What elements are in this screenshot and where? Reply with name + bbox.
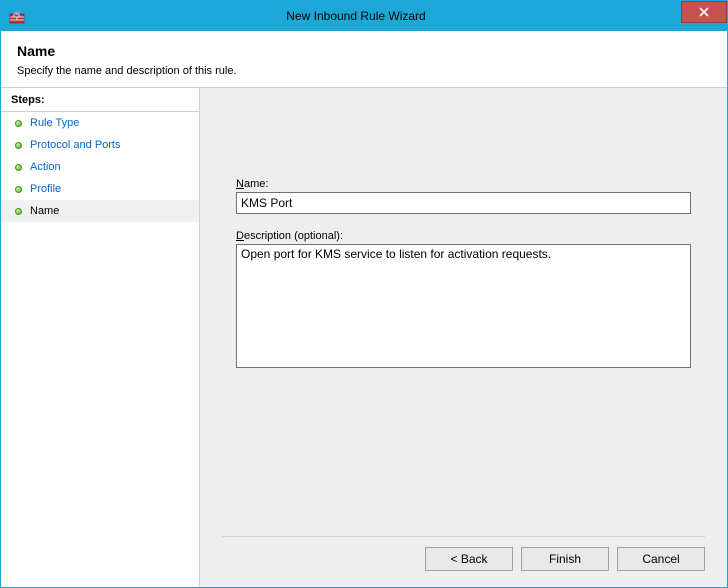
close-button[interactable] bbox=[681, 1, 727, 23]
name-label: Name: bbox=[236, 178, 691, 190]
step-profile[interactable]: Profile bbox=[1, 178, 199, 200]
bullet-icon bbox=[15, 208, 22, 215]
step-label: Rule Type bbox=[30, 117, 79, 129]
step-label: Protocol and Ports bbox=[30, 139, 121, 151]
titlebar: New Inbound Rule Wizard bbox=[1, 1, 727, 31]
firewall-icon bbox=[9, 9, 25, 25]
bullet-icon bbox=[15, 164, 22, 171]
step-name[interactable]: Name bbox=[1, 200, 199, 222]
step-action[interactable]: Action bbox=[1, 156, 199, 178]
back-button[interactable]: < Back bbox=[425, 547, 513, 571]
step-protocol-and-ports[interactable]: Protocol and Ports bbox=[1, 134, 199, 156]
bullet-icon bbox=[15, 186, 22, 193]
window-title: New Inbound Rule Wizard bbox=[25, 9, 727, 23]
step-label: Action bbox=[30, 161, 61, 173]
button-row: < Back Finish Cancel bbox=[222, 536, 705, 571]
page-title: Name bbox=[17, 43, 711, 59]
step-label: Name bbox=[30, 205, 59, 217]
cancel-button[interactable]: Cancel bbox=[617, 547, 705, 571]
wizard-header: Name Specify the name and description of… bbox=[1, 31, 727, 87]
name-input[interactable] bbox=[236, 192, 691, 214]
bullet-icon bbox=[15, 120, 22, 127]
bullet-icon bbox=[15, 142, 22, 149]
content-pane: Name: Description (optional): < Back Fin… bbox=[199, 88, 727, 587]
wizard-body: Steps: Rule Type Protocol and Ports Acti… bbox=[1, 87, 727, 587]
step-rule-type[interactable]: Rule Type bbox=[1, 112, 199, 134]
client-area: Name Specify the name and description of… bbox=[1, 31, 727, 587]
page-subtitle: Specify the name and description of this… bbox=[17, 65, 711, 77]
steps-header: Steps: bbox=[1, 88, 199, 112]
close-icon bbox=[699, 7, 709, 17]
description-label: Description (optional): bbox=[236, 230, 691, 242]
description-input[interactable] bbox=[236, 244, 691, 368]
step-label: Profile bbox=[30, 183, 61, 195]
finish-button[interactable]: Finish bbox=[521, 547, 609, 571]
steps-pane: Steps: Rule Type Protocol and Ports Acti… bbox=[1, 88, 199, 587]
